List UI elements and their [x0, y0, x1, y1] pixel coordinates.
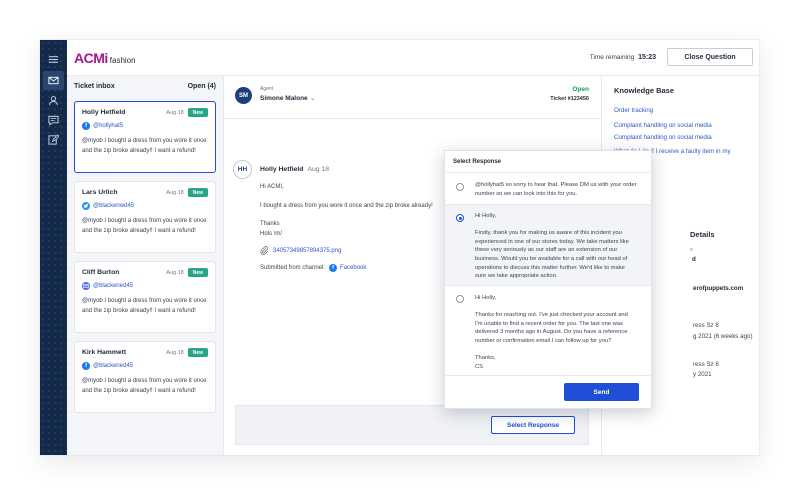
twitter-icon — [82, 202, 90, 210]
detail-text: erofpuppets.com — [693, 285, 744, 292]
close-question-button[interactable]: Close Question — [667, 48, 753, 66]
ticket-message: @myob I bought a dress from you wore it … — [82, 298, 207, 314]
detail-text: g 2021 (6 weeks ago) — [693, 333, 753, 340]
ticket-handle: @blackenwd45 — [93, 203, 135, 209]
message-greeting: Hi ACMI, — [260, 184, 284, 190]
detail-text: e — [690, 247, 694, 253]
app-logo: ACMi fashion — [74, 50, 136, 66]
user-icon[interactable] — [46, 93, 61, 108]
sender-name: Holly Hetfield — [260, 166, 304, 173]
response-radio[interactable] — [456, 214, 464, 222]
detail-text: d — [692, 256, 696, 263]
message-date: Aug 18 — [307, 166, 329, 173]
response-option[interactable]: Hi Holly, Firstly, thank you for making … — [445, 204, 651, 285]
inbox-title: Ticket inbox — [74, 83, 115, 90]
ticket-name: Holly Hetfield — [82, 109, 126, 116]
inbox-open-count[interactable]: Open (4) — [188, 83, 216, 90]
attachment-filename: 34057349857894375.png — [273, 247, 342, 254]
nav-rail — [40, 40, 67, 455]
select-response-button[interactable]: Select Response — [491, 416, 575, 434]
response-radio[interactable] — [456, 295, 464, 303]
popup-footer: Send — [445, 375, 651, 408]
new-badge: New — [187, 108, 208, 117]
timer-label: Time remaining — [589, 54, 635, 61]
response-text: @hollyhat5 so sorry to hear that. Please… — [475, 182, 637, 197]
ticket-message: @myob I bought a dress from you wore it … — [82, 378, 207, 394]
attachment-link[interactable]: 34057349857894375.png — [260, 246, 341, 255]
response-text: Hi Holly, Firstly, thank you for making … — [475, 213, 629, 280]
kb-link[interactable]: Order tracking — [614, 107, 653, 114]
ticket-inbox: Ticket inbox Open (4) Holly Hetfield Aug… — [67, 76, 224, 455]
ticket-date: Aug 18 — [166, 349, 184, 356]
facebook-icon: f — [82, 122, 90, 130]
timer-value: 15:23 — [638, 54, 656, 61]
ticket-card[interactable]: Lars Urlich Aug 18 New @blackenwd45 @myo… — [74, 181, 216, 253]
kb-link[interactable]: Complaint handling on social media — [614, 134, 712, 141]
response-radio[interactable] — [456, 183, 464, 191]
ticket-message: @myob I bought a dress from you wore it … — [82, 218, 207, 234]
ticket-message: @myob I bought a dress from you wore it … — [82, 138, 207, 154]
ticket-number: Ticket #123456 — [550, 96, 589, 102]
ticket-card[interactable]: Holly Hetfield Aug 18 New f @hollyhat5 @… — [74, 101, 216, 173]
ticket-date: Aug 18 — [166, 109, 184, 116]
conversation-header: SM Agent Simone Malone ⌄ Open Ticket #123… — [224, 76, 601, 119]
new-badge: New — [187, 188, 208, 197]
details-title: Details — [690, 230, 715, 239]
detail-text: y 2021 — [693, 371, 712, 378]
edit-icon[interactable] — [46, 132, 61, 147]
knowledge-base-title: Knowledge Base — [614, 86, 675, 95]
ticket-handle: @hollyhat5 — [93, 123, 124, 129]
response-option[interactable]: Hi Holly, Thanks for reaching out. I've … — [445, 285, 651, 377]
message-signoff: Thanks — [260, 221, 280, 227]
paperclip-icon — [260, 246, 268, 255]
agent-avatar: SM — [235, 87, 252, 104]
ticket-name: Lars Urlich — [82, 189, 118, 196]
ticket-date: Aug 18 — [166, 269, 184, 276]
new-badge: New — [187, 268, 208, 277]
channel-label: Submitted from channel: — [260, 265, 326, 271]
detail-text: ress Sz 8 — [693, 361, 719, 368]
select-response-popup: Select Response @hollyhat5 so sorry to h… — [444, 150, 652, 409]
email-icon — [82, 282, 90, 290]
ticket-name: Kirk Hammett — [82, 349, 127, 356]
logo-brand: ACMi — [74, 50, 108, 66]
message-signature: Hols \m/ — [260, 231, 283, 237]
chat-icon[interactable] — [46, 113, 61, 128]
submitted-channel: Submitted from channel: f Facebook — [260, 264, 366, 272]
agent-label: Agent — [260, 86, 274, 92]
sender-avatar: HH — [233, 160, 252, 179]
send-button[interactable]: Send — [564, 383, 639, 401]
ticket-status: Open — [572, 86, 589, 93]
ticket-handle: @blackened45 — [93, 283, 134, 289]
agent-name: Simone Malone — [260, 95, 308, 102]
detail-text: ress Sz 8 — [693, 322, 719, 329]
new-badge: New — [187, 348, 208, 357]
agent-selector[interactable]: Simone Malone ⌄ — [260, 94, 315, 102]
top-bar: ACMi fashion Time remaining 15:23 Close … — [67, 40, 759, 76]
ticket-name: Cliff Burton — [82, 269, 120, 276]
reply-area: Select Response — [235, 405, 589, 445]
logo-sub: fashion — [109, 56, 136, 65]
ticket-date: Aug 18 — [166, 189, 184, 196]
ticket-card[interactable]: Cliff Burton Aug 18 New @blackened45 @my… — [74, 261, 216, 333]
message-header: Holly Hetfield Aug 18 — [260, 166, 329, 173]
menu-icon[interactable] — [46, 52, 61, 67]
kb-link[interactable]: Complaint handling on social media — [614, 122, 712, 129]
ticket-handle: @blackened45 — [93, 363, 134, 369]
facebook-icon: f — [82, 362, 90, 370]
time-remaining: Time remaining 15:23 — [590, 54, 656, 61]
inbox-icon[interactable] — [43, 71, 64, 90]
ticket-card[interactable]: Kirk Hammett Aug 18 New f @blackened45 @… — [74, 341, 216, 413]
facebook-icon: f — [329, 264, 338, 272]
channel-name[interactable]: Facebook — [340, 265, 366, 271]
response-text: Hi Holly, Thanks for reaching out. I've … — [475, 295, 628, 370]
message-body: I bought a dress from you wore it once a… — [260, 203, 433, 209]
chevron-down-icon: ⌄ — [309, 95, 316, 102]
popup-title: Select Response — [453, 159, 502, 165]
